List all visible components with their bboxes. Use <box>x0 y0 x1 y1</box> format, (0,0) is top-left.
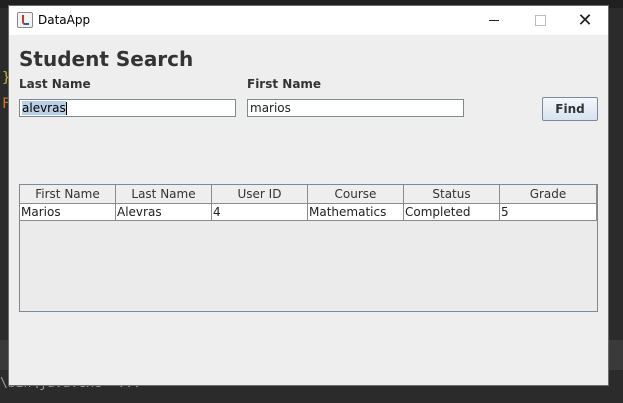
column-header-user-id[interactable]: User ID <box>212 185 308 204</box>
page-title: Student Search <box>19 47 194 71</box>
last-name-input[interactable]: alevras <box>19 99 236 117</box>
close-icon: ✕ <box>577 10 593 31</box>
cell-last-name[interactable]: Alevras <box>116 204 212 221</box>
cell-course[interactable]: Mathematics <box>308 204 404 221</box>
close-button[interactable]: ✕ <box>562 6 608 35</box>
app-window: DataApp ✕ Student Search Last Name First… <box>9 6 608 385</box>
last-name-label: Last Name <box>19 77 91 91</box>
cell-grade[interactable]: 5 <box>500 204 597 221</box>
minimize-icon <box>489 20 499 21</box>
column-header-course[interactable]: Course <box>308 185 404 204</box>
minimize-button[interactable] <box>471 6 517 35</box>
column-header-status[interactable]: Status <box>404 185 500 204</box>
first-name-label: First Name <box>247 77 322 91</box>
window-title: DataApp <box>38 13 91 27</box>
java-app-icon <box>17 12 33 28</box>
cell-first-name[interactable]: Marios <box>20 204 116 221</box>
table-header: First Name Last Name User ID Course Stat… <box>20 185 597 204</box>
find-button[interactable]: Find <box>542 97 598 121</box>
column-header-last-name[interactable]: Last Name <box>116 185 212 204</box>
results-table[interactable]: First Name Last Name User ID Course Stat… <box>19 184 598 312</box>
cell-status[interactable]: Completed <box>404 204 500 221</box>
last-name-value: alevras <box>22 101 66 115</box>
column-header-grade[interactable]: Grade <box>500 185 597 204</box>
maximize-icon <box>534 15 546 26</box>
column-header-first-name[interactable]: First Name <box>20 185 116 204</box>
first-name-input[interactable]: marios <box>247 99 464 117</box>
maximize-button[interactable] <box>517 6 563 35</box>
first-name-value: marios <box>250 101 291 115</box>
table-row[interactable]: Marios Alevras 4 Mathematics Completed 5 <box>20 204 597 221</box>
text-caret <box>65 102 67 115</box>
cell-user-id[interactable]: 4 <box>212 204 308 221</box>
title-bar[interactable]: DataApp ✕ <box>9 6 608 35</box>
